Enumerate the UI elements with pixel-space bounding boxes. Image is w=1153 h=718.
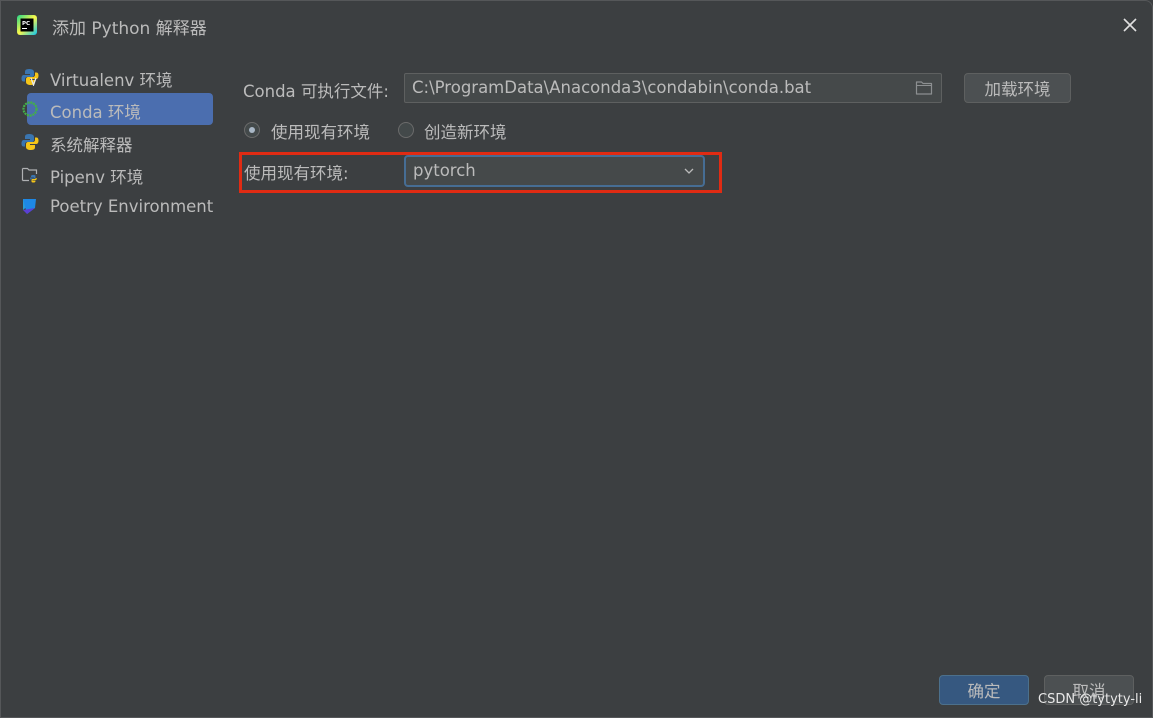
create-new-env-radio[interactable] (398, 122, 414, 138)
close-icon[interactable] (1120, 15, 1140, 35)
use-existing-env-radio[interactable] (244, 122, 260, 138)
sidebar-item-system-interpreter[interactable]: 系统解释器 (21, 126, 213, 158)
sidebar-item-virtualenv[interactable]: Virtualenv 环境 (21, 61, 213, 93)
virtualenv-icon (21, 69, 39, 86)
python-icon (21, 134, 39, 150)
add-python-interpreter-dialog: PC 添加 Python 解释器 Virtualenv 环境 Conda 环境 (0, 0, 1153, 718)
existing-env-selected-value: pytorch (413, 161, 476, 180)
conda-icon (22, 101, 38, 117)
load-environments-button[interactable]: 加载环境 (964, 73, 1071, 103)
sidebar-item-label: Virtualenv 环境 (50, 71, 173, 90)
sidebar-item-poetry[interactable]: Poetry Environment (23, 191, 214, 223)
conda-executable-label: Conda 可执行文件: (243, 82, 389, 101)
ok-button[interactable]: 确定 (939, 675, 1029, 705)
sidebar-item-label: 系统解释器 (50, 136, 133, 155)
svg-text:PC: PC (22, 21, 30, 27)
poetry-icon (23, 199, 36, 214)
existing-env-label: 使用现有环境: (244, 164, 349, 183)
sidebar-item-label: Poetry Environment (50, 197, 214, 216)
folder-browse-icon[interactable] (915, 80, 933, 96)
create-new-env-radio-label[interactable]: 创造新环境 (424, 119, 507, 143)
sidebar-item-label: Pipenv 环境 (50, 168, 144, 187)
title-bar: PC 添加 Python 解释器 (1, 1, 1152, 51)
pycharm-logo-icon: PC (17, 15, 37, 35)
dialog-title: 添加 Python 解释器 (52, 19, 207, 39)
sidebar-item-conda[interactable]: Conda 环境 (22, 93, 213, 125)
pipenv-folder-icon (21, 167, 38, 183)
conda-executable-path-input[interactable]: C:\ProgramData\Anaconda3\condabin\conda.… (404, 73, 942, 103)
use-existing-env-radio-label[interactable]: 使用现有环境 (271, 119, 370, 143)
sidebar-item-label: Conda 环境 (50, 103, 141, 122)
sidebar-item-pipenv[interactable]: Pipenv 环境 (21, 158, 213, 190)
chevron-down-icon (684, 168, 694, 174)
conda-executable-path-value: C:\ProgramData\Anaconda3\condabin\conda.… (412, 78, 812, 97)
watermark: CSDN @tytyty-li (1038, 692, 1143, 707)
existing-env-dropdown[interactable]: pytorch (404, 155, 705, 187)
